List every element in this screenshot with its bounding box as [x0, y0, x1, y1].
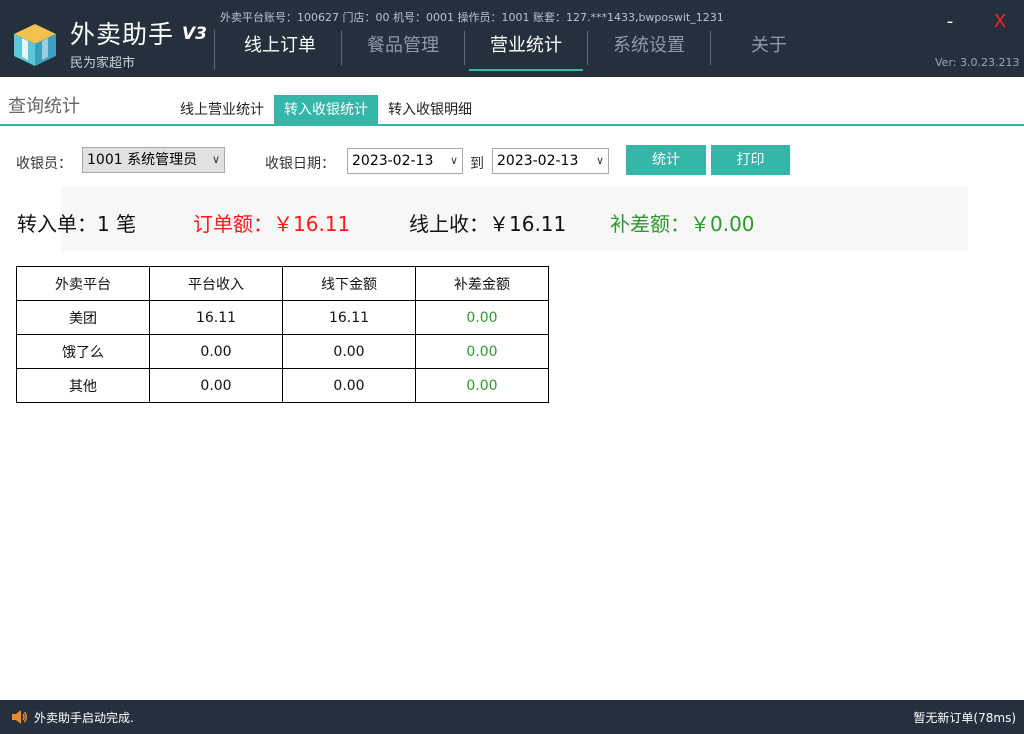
- table-cell: 饿了么: [16, 334, 150, 369]
- section-title: 查询统计: [8, 96, 80, 117]
- table-cell: 0.00: [415, 300, 549, 335]
- account-info-line: 外卖平台账号：100627 门店：00 机号：0001 操作员：1001 账套：…: [220, 11, 724, 24]
- nav-system-settings[interactable]: 系统设置: [588, 29, 710, 73]
- speaker-icon: [12, 710, 27, 724]
- store-name: 民为家超市: [70, 56, 136, 71]
- transfer-orders-label: 转入单：: [17, 212, 97, 236]
- tab-underline: [0, 124, 1024, 126]
- column-header: 外卖平台: [16, 266, 150, 301]
- table-header-row: 外卖平台 平台收入 线下金额 补差金额: [16, 266, 549, 301]
- online-received-summary: 线上收：￥16.11: [409, 208, 566, 237]
- column-header: 线下金额: [282, 266, 416, 301]
- date-from-picker[interactable]: 2023-02-13 ∨: [347, 148, 463, 174]
- app-title: 外卖助手: [70, 20, 175, 49]
- date-label: 收银日期：: [265, 156, 335, 172]
- column-header: 平台收入: [149, 266, 283, 301]
- table-cell: 0.00: [282, 334, 416, 369]
- transfer-orders-value: 1 笔: [97, 212, 137, 236]
- table-cell: 0.00: [415, 334, 549, 369]
- tab-transfer-cashier-stats[interactable]: 转入收银统计: [274, 95, 378, 125]
- transfer-orders-summary: 转入单：1 笔: [17, 208, 136, 237]
- table-cell: 16.11: [282, 300, 416, 335]
- order-amount-label: 订单额：: [193, 212, 273, 236]
- table-cell: 0.00: [149, 368, 283, 403]
- difference-summary: 补差额：￥0.00: [610, 208, 755, 237]
- table-cell: 0.00: [149, 334, 283, 369]
- cashier-select-value: 1001 系统管理员: [87, 152, 198, 168]
- chevron-down-icon: ∨: [449, 154, 458, 167]
- date-to-label: 到: [470, 156, 484, 172]
- app-window: 外卖助手 V3 民为家超市 外卖平台账号：100627 门店：00 机号：000…: [0, 0, 1024, 734]
- subtab-bar: 线上营业统计 转入收银统计 转入收银明细: [170, 95, 482, 125]
- nav-business-stats[interactable]: 营业统计: [465, 29, 587, 73]
- difference-label: 补差额：: [610, 212, 690, 236]
- table-cell: 其他: [16, 368, 150, 403]
- header-divider: [214, 30, 215, 70]
- cashier-select[interactable]: 1001 系统管理员 ∨: [82, 147, 225, 173]
- nav-online-orders[interactable]: 线上订单: [219, 29, 341, 73]
- table-cell: 0.00: [282, 368, 416, 403]
- nav-about[interactable]: 关于: [711, 29, 827, 73]
- chevron-down-icon: ∨: [211, 153, 220, 166]
- stat-button[interactable]: 统计: [626, 145, 706, 175]
- app-version: V3: [182, 24, 207, 44]
- column-header: 补差金额: [415, 266, 549, 301]
- close-button[interactable]: X: [990, 10, 1010, 34]
- new-order-status: 暂无新订单(78ms): [913, 711, 1016, 725]
- difference-value: ￥0.00: [690, 212, 755, 236]
- title-bar: 外卖助手 V3 民为家超市 外卖平台账号：100627 门店：00 机号：000…: [0, 0, 1024, 77]
- tab-transfer-cashier-details[interactable]: 转入收银明细: [378, 95, 482, 125]
- table-cell: 16.11: [149, 300, 283, 335]
- nav-menu-management[interactable]: 餐品管理: [342, 29, 464, 73]
- platform-stats-table: 外卖平台 平台收入 线下金额 补差金额 美团 16.11 16.11 0.00 …: [16, 266, 549, 403]
- date-from-value: 2023-02-13: [352, 153, 434, 169]
- cashier-label: 收银员：: [16, 156, 72, 172]
- tab-online-business-stats[interactable]: 线上营业统计: [170, 95, 274, 125]
- date-to-value: 2023-02-13: [497, 153, 579, 169]
- print-button[interactable]: 打印: [711, 145, 790, 175]
- date-to-picker[interactable]: 2023-02-13 ∨: [492, 148, 609, 174]
- table-row[interactable]: 其他 0.00 0.00 0.00: [16, 368, 549, 403]
- order-amount-value: ￥16.11: [273, 212, 351, 236]
- main-nav: 线上订单 餐品管理 营业统计 系统设置 关于: [219, 29, 827, 73]
- version-label: Ver: 3.0.23.213: [935, 56, 1020, 69]
- status-message: 外卖助手启动完成.: [34, 711, 134, 725]
- table-row[interactable]: 美团 16.11 16.11 0.00: [16, 300, 549, 335]
- minimize-button[interactable]: -: [942, 10, 958, 34]
- online-received-value: ￥16.11: [489, 212, 567, 236]
- status-bar: 外卖助手启动完成. 暂无新订单(78ms): [0, 700, 1024, 734]
- table-row[interactable]: 饿了么 0.00 0.00 0.00: [16, 334, 549, 369]
- table-cell: 0.00: [415, 368, 549, 403]
- table-cell: 美团: [16, 300, 150, 335]
- order-amount-summary: 订单额：￥16.11: [193, 208, 350, 237]
- app-logo-icon: [14, 24, 56, 66]
- online-received-label: 线上收：: [409, 212, 489, 236]
- chevron-down-icon: ∨: [595, 154, 604, 167]
